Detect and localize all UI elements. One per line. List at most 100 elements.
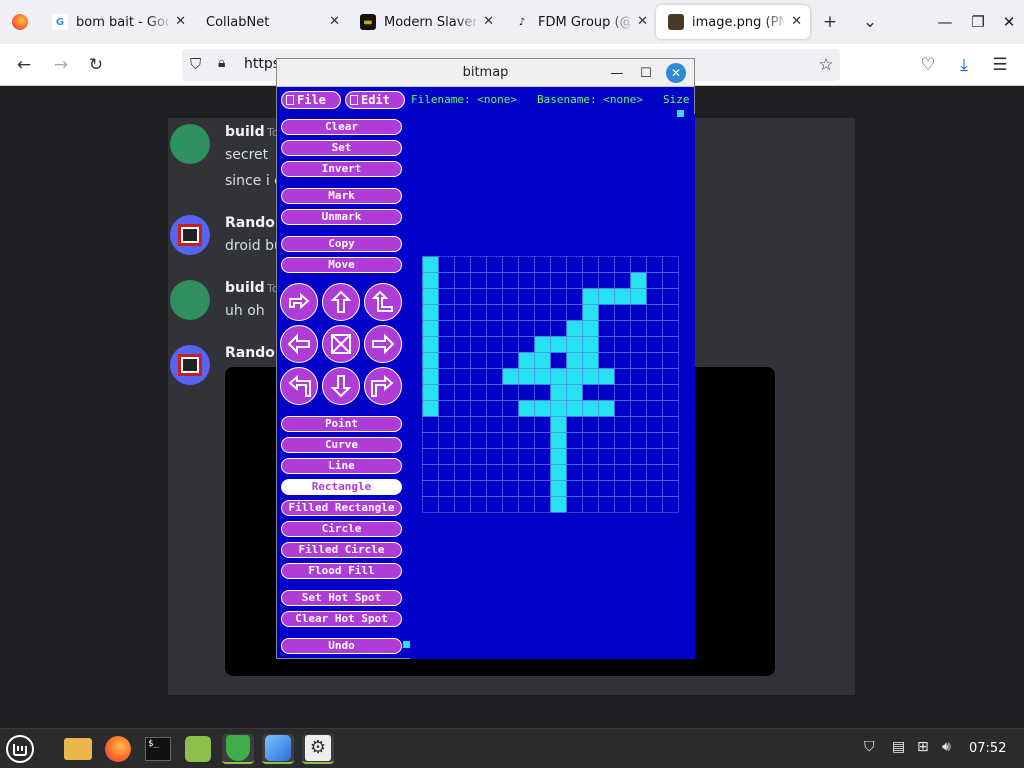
pixel-clear[interactable] — [518, 304, 535, 321]
pixel-clear[interactable] — [502, 304, 519, 321]
copy-button[interactable]: Copy — [281, 236, 402, 252]
rectangle-button[interactable]: Rectangle — [281, 479, 402, 495]
pixel-clear[interactable] — [582, 448, 599, 465]
tab-4[interactable]: ♪ FDM Group (@F ✕ — [502, 5, 656, 39]
pixel-clear[interactable] — [566, 432, 583, 449]
pixel-clear[interactable] — [470, 272, 487, 289]
settings-icon[interactable]: ⚙ — [302, 734, 334, 764]
pixel-set[interactable] — [518, 368, 535, 385]
pixel-clear[interactable] — [582, 480, 599, 497]
pixel-clear[interactable] — [518, 336, 535, 353]
pixel-set[interactable] — [550, 400, 567, 417]
pixel-set[interactable] — [630, 288, 647, 305]
pixel-clear[interactable] — [630, 432, 647, 449]
pixel-clear[interactable] — [598, 304, 615, 321]
pixel-set[interactable] — [422, 256, 439, 273]
pixel-clear[interactable] — [598, 416, 615, 433]
pixel-set[interactable] — [550, 336, 567, 353]
pixel-clear[interactable] — [486, 256, 503, 273]
undo-button[interactable]: Undo — [281, 638, 402, 654]
pixel-clear[interactable] — [646, 480, 663, 497]
pixel-set[interactable] — [422, 272, 439, 289]
pixel-clear[interactable] — [598, 320, 615, 337]
curve-button[interactable]: Curve — [281, 437, 402, 453]
pixel-clear[interactable] — [566, 304, 583, 321]
mint-update-icon[interactable] — [182, 734, 214, 764]
pixel-clear[interactable] — [454, 336, 471, 353]
pixel-set[interactable] — [422, 304, 439, 321]
pixel-set[interactable] — [566, 400, 583, 417]
pixel-clear[interactable] — [438, 368, 455, 385]
pixel-clear[interactable] — [470, 432, 487, 449]
pixel-clear[interactable] — [486, 304, 503, 321]
pixel-clear[interactable] — [454, 368, 471, 385]
pixel-clear[interactable] — [598, 496, 615, 513]
pixel-clear[interactable] — [502, 400, 519, 417]
pixel-set[interactable] — [598, 400, 615, 417]
pixel-clear[interactable] — [534, 384, 551, 401]
pixel-clear[interactable] — [486, 368, 503, 385]
unmark-button[interactable]: Unmark — [281, 209, 402, 225]
pixel-clear[interactable] — [646, 320, 663, 337]
filled-circle-button[interactable]: Filled Circle — [281, 542, 402, 558]
close-tab-icon[interactable]: ✕ — [483, 14, 494, 29]
pixel-clear[interactable] — [438, 416, 455, 433]
pixel-set[interactable] — [630, 272, 647, 289]
pixel-clear[interactable] — [454, 400, 471, 417]
pixel-clear[interactable] — [438, 272, 455, 289]
tab-2[interactable]: CollabNet ✕ — [194, 5, 348, 39]
pixel-clear[interactable] — [518, 432, 535, 449]
pixel-clear[interactable] — [438, 352, 455, 369]
pixel-clear[interactable] — [614, 336, 631, 353]
fold-button[interactable] — [322, 325, 360, 363]
pixel-set[interactable] — [550, 368, 567, 385]
pixel-clear[interactable] — [630, 400, 647, 417]
pixel-set[interactable] — [582, 368, 599, 385]
pixel-clear[interactable] — [614, 272, 631, 289]
pixel-clear[interactable] — [486, 432, 503, 449]
clock[interactable]: 07:52 — [969, 741, 1006, 756]
pixel-clear[interactable] — [630, 384, 647, 401]
pixel-clear[interactable] — [518, 320, 535, 337]
firefox-logo-icon[interactable] — [0, 0, 40, 44]
filled-rectangle-button[interactable]: Filled Rectangle — [281, 500, 402, 516]
pixel-clear[interactable] — [470, 336, 487, 353]
pixel-clear[interactable] — [486, 272, 503, 289]
pixel-clear[interactable] — [614, 304, 631, 321]
minimize-icon[interactable]: — — [607, 63, 627, 83]
flood-fill-button[interactable]: Flood Fill — [281, 563, 402, 579]
pixel-clear[interactable] — [486, 400, 503, 417]
flip-vertical-button[interactable] — [364, 283, 402, 321]
pixel-clear[interactable] — [646, 256, 663, 273]
pixel-clear[interactable] — [630, 336, 647, 353]
pixel-clear[interactable] — [422, 480, 439, 497]
pixel-set[interactable] — [534, 368, 551, 385]
pixel-clear[interactable] — [518, 496, 535, 513]
pixel-set[interactable] — [502, 368, 519, 385]
pixel-set[interactable] — [422, 368, 439, 385]
pixel-clear[interactable] — [454, 320, 471, 337]
move-button[interactable]: Move — [281, 257, 402, 273]
pixel-set[interactable] — [598, 368, 615, 385]
pixel-clear[interactable] — [550, 256, 567, 273]
pixel-clear[interactable] — [582, 272, 599, 289]
maximize-icon[interactable]: ☐ — [636, 63, 656, 83]
bitmap-grid[interactable] — [422, 256, 680, 514]
pixel-clear[interactable] — [614, 432, 631, 449]
pixel-clear[interactable] — [662, 416, 679, 433]
pixel-set[interactable] — [598, 288, 615, 305]
pixel-clear[interactable] — [454, 480, 471, 497]
pixel-clear[interactable] — [470, 464, 487, 481]
pixel-clear[interactable] — [662, 304, 679, 321]
pixel-clear[interactable] — [534, 272, 551, 289]
pixel-clear[interactable] — [470, 448, 487, 465]
pixel-clear[interactable] — [486, 480, 503, 497]
pixel-clear[interactable] — [598, 464, 615, 481]
close-tab-icon[interactable]: ✕ — [791, 14, 802, 29]
pixel-set[interactable] — [566, 352, 583, 369]
pixel-clear[interactable] — [438, 288, 455, 305]
pixel-clear[interactable] — [518, 416, 535, 433]
lock-icon[interactable]: 🔒︎ — [218, 55, 225, 71]
clear-button[interactable]: Clear — [281, 119, 402, 135]
downloads-icon[interactable]: ⤓ — [950, 52, 978, 78]
